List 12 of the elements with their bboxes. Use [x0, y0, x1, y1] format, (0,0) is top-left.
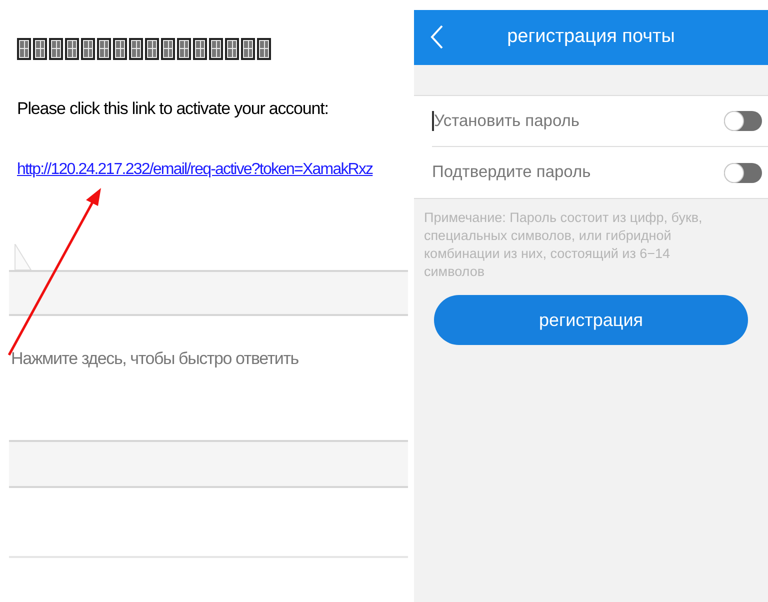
instruction-text: Please click this link to activate your account:	[17, 99, 328, 118]
reply-placeholder[interactable]: Нажмите здесь, чтобы быстро ответить	[11, 349, 298, 368]
password-note: Примечание: Пароль состоит из цифр, букв, специальных символов, или гибридной комбинации из них, состоящий из 6−14 символов	[424, 209, 704, 281]
password-field[interactable]: Подтвердите пароль	[432, 147, 724, 198]
visibility-toggle[interactable]	[724, 111, 762, 131]
screen-title: регистрация почты	[507, 25, 675, 50]
bubble-tail-icon	[14, 244, 32, 270]
back-icon[interactable]	[430, 24, 444, 50]
visibility-toggle[interactable]	[724, 162, 762, 182]
register-button[interactable]: регистрация	[434, 295, 748, 345]
password-field[interactable]: Установить пароль	[432, 96, 724, 146]
activation-link[interactable]: http://120.24.217.232/email/req-active?token=XamakRxz	[17, 161, 373, 178]
